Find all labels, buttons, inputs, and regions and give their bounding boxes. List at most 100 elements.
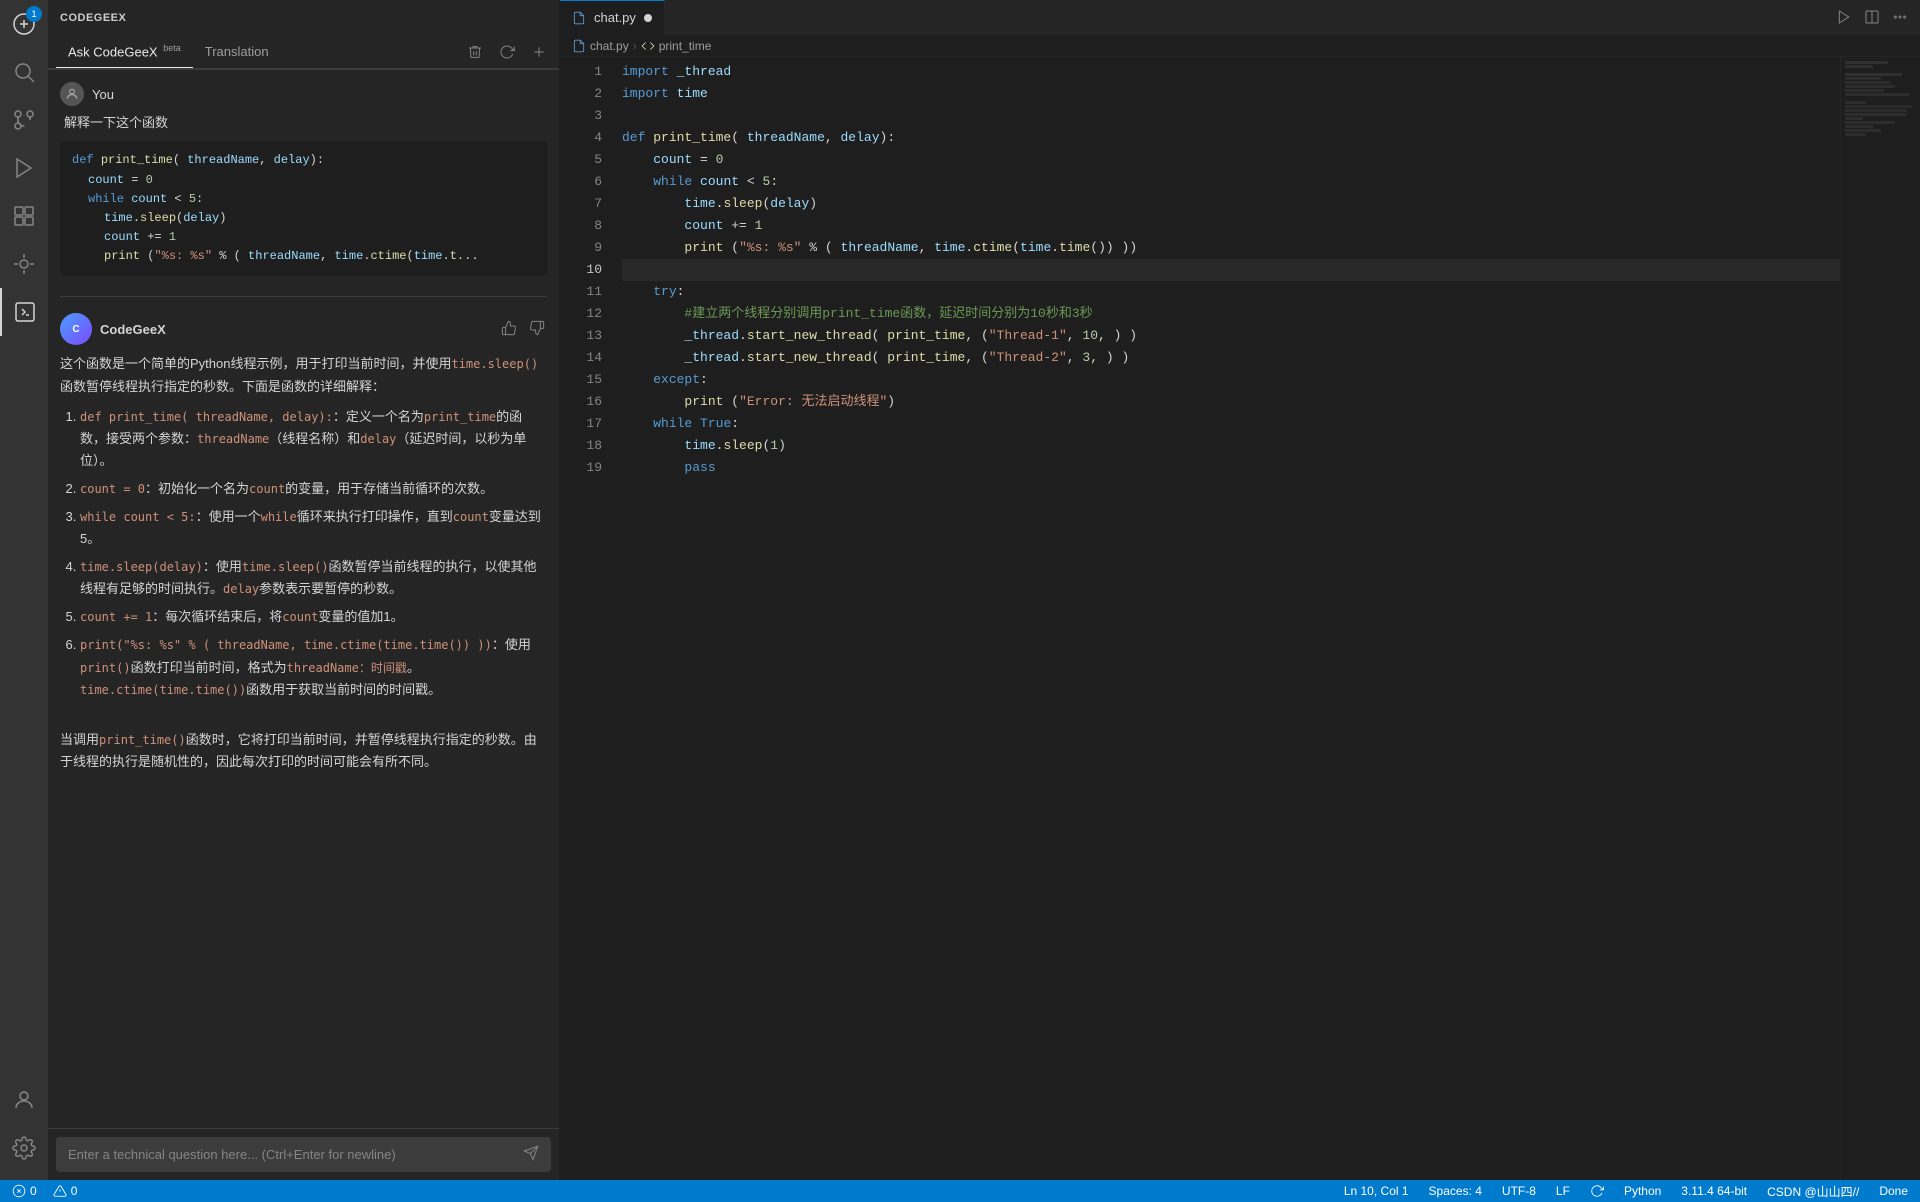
status-errors[interactable]: 0 — [8, 1184, 41, 1198]
status-bar: 0 0 Ln 10, Col 1 Spaces: 4 UTF-8 LF — [0, 1180, 1920, 1202]
status-done[interactable]: Done — [1875, 1184, 1912, 1198]
code-line-16: print ("Error: 无法启动线程") — [622, 391, 1840, 413]
code-line-4: def print_time( threadName, delay): — [622, 127, 1840, 149]
line-num-9: 9 — [560, 237, 602, 259]
tab-actions — [463, 40, 551, 64]
breadcrumb-symbol-icon — [641, 39, 655, 53]
status-language[interactable]: Python — [1620, 1184, 1665, 1198]
breadcrumb: chat.py › print_time — [560, 35, 1920, 57]
error-icon — [12, 1184, 26, 1198]
line-num-3: 3 — [560, 105, 602, 127]
ai-header: C CodeGeeX — [60, 313, 547, 345]
status-line-ending[interactable]: LF — [1552, 1184, 1574, 1198]
more-actions-button[interactable] — [1888, 5, 1912, 29]
notification-badge: 1 — [26, 6, 42, 22]
ai-name: CodeGeeX — [100, 322, 166, 337]
ai-point-6: print("%s: %s" % ( threadName, time.ctim… — [80, 634, 547, 700]
run-button[interactable] — [1832, 5, 1856, 29]
status-encoding[interactable]: UTF-8 — [1498, 1184, 1540, 1198]
code-line-17: while True: — [622, 413, 1840, 435]
code-line-8: count += 1 — [622, 215, 1840, 237]
ai-actions — [499, 318, 547, 341]
editor-tab-chat-py[interactable]: chat.py — [560, 0, 665, 35]
status-spaces[interactable]: Spaces: 4 — [1425, 1184, 1486, 1198]
split-editor-button[interactable] — [1860, 5, 1884, 29]
breadcrumb-separator: › — [633, 39, 637, 53]
line-num-16: 16 — [560, 391, 602, 413]
ai-logo: C — [60, 313, 92, 345]
status-version[interactable]: 3.11.4 64-bit — [1677, 1184, 1751, 1198]
line-num-1: 1 — [560, 61, 602, 83]
line-num-5: 5 — [560, 149, 602, 171]
send-button[interactable] — [523, 1145, 539, 1164]
tab-modified-dot — [644, 14, 652, 22]
error-count: 0 — [30, 1184, 37, 1198]
panel-title: CODEGEEX — [60, 12, 126, 24]
activity-settings[interactable] — [0, 1124, 48, 1172]
activity-bar: 1 — [0, 0, 48, 1180]
activity-codegeex[interactable]: 1 — [0, 0, 48, 48]
chat-input[interactable] — [68, 1147, 515, 1162]
divider — [60, 296, 547, 297]
left-panel: CODEGEEX Ask CodeGeeX beta Translation — [48, 0, 560, 1180]
beta-badge: beta — [163, 43, 181, 53]
tab-ask-codegeex[interactable]: Ask CodeGeeX beta — [56, 35, 193, 68]
ai-point-1: def print_time( threadName, delay):：定义一个… — [80, 406, 547, 472]
activity-debug[interactable] — [0, 240, 48, 288]
code-line-11: try: — [622, 281, 1840, 303]
line-num-18: 18 — [560, 435, 602, 457]
breadcrumb-symbol[interactable]: print_time — [659, 39, 712, 53]
activity-run[interactable] — [0, 144, 48, 192]
line-num-10: 10 — [560, 259, 602, 281]
warning-icon — [53, 1184, 67, 1198]
user-message: You 解释一下这个函数 def print_time( threadName,… — [60, 82, 547, 280]
add-button[interactable] — [527, 40, 551, 64]
thumbs-down-button[interactable] — [527, 318, 547, 341]
refresh-button[interactable] — [495, 40, 519, 64]
status-line-col[interactable]: Ln 10, Col 1 — [1340, 1184, 1413, 1198]
ai-identity: C CodeGeeX — [60, 313, 166, 345]
panel-header: CODEGEEX Ask CodeGeeX beta Translation — [48, 0, 559, 70]
user-header: You — [60, 82, 547, 106]
activity-source-control[interactable] — [0, 96, 48, 144]
activity-search[interactable] — [0, 48, 48, 96]
breadcrumb-file[interactable]: chat.py — [590, 39, 629, 53]
ai-point-4: time.sleep(delay)：使用time.sleep()函数暂停当前线程… — [80, 556, 547, 600]
input-box — [56, 1137, 551, 1172]
code-line-13: _thread.start_new_thread( print_time, ("… — [622, 325, 1840, 347]
sync-icon — [1590, 1184, 1604, 1198]
activity-account[interactable] — [0, 1076, 48, 1124]
line-num-14: 14 — [560, 347, 602, 369]
editor-area: chat.py — [560, 0, 1920, 1180]
tab-filename: chat.py — [594, 10, 636, 25]
status-bar-right: Ln 10, Col 1 Spaces: 4 UTF-8 LF Python 3… — [1340, 1183, 1912, 1200]
status-python-icon[interactable] — [1586, 1184, 1608, 1198]
line-num-19: 19 — [560, 457, 602, 479]
tab-bar-actions — [1832, 5, 1920, 29]
activity-extensions[interactable] — [0, 192, 48, 240]
status-csdn[interactable]: CSDN @山山四// — [1763, 1183, 1863, 1200]
code-line-14: _thread.start_new_thread( print_time, ("… — [622, 347, 1840, 369]
line-num-11: 11 — [560, 281, 602, 303]
code-content[interactable]: import _thread import time def print_tim… — [610, 57, 1840, 1180]
tab-translation[interactable]: Translation — [193, 36, 281, 68]
editor-tab-bar: chat.py — [560, 0, 1920, 35]
ai-intro: 这个函数是一个简单的Python线程示例，用于打印当前时间，并使用time.sl… — [60, 353, 547, 397]
thumbs-up-button[interactable] — [499, 318, 519, 341]
code-line-3 — [622, 105, 1840, 127]
user-label: You — [92, 87, 114, 102]
line-num-6: 6 — [560, 171, 602, 193]
ai-message: C CodeGeeX — [60, 313, 547, 781]
ai-points-list: def print_time( threadName, delay):：定义一个… — [60, 406, 547, 701]
activity-codegeex-panel[interactable] — [0, 288, 48, 336]
ai-conclusion: 当调用print_time()函数时，它将打印当前时间，并暂停线程执行指定的秒数… — [60, 729, 547, 773]
line-num-13: 13 — [560, 325, 602, 347]
status-warnings[interactable]: 0 — [49, 1184, 82, 1198]
delete-button[interactable] — [463, 40, 487, 64]
ai-point-5: count += 1：每次循环结束后，将count变量的值加1。 — [80, 606, 547, 628]
code-line-15: except: — [622, 369, 1840, 391]
line-num-17: 17 — [560, 413, 602, 435]
python-file-icon — [572, 11, 586, 25]
line-numbers: 1 2 3 4 5 6 7 8 9 10 11 12 13 14 15 16 1… — [560, 57, 610, 1180]
panel-tabs: Ask CodeGeeX beta Translation — [48, 35, 559, 69]
